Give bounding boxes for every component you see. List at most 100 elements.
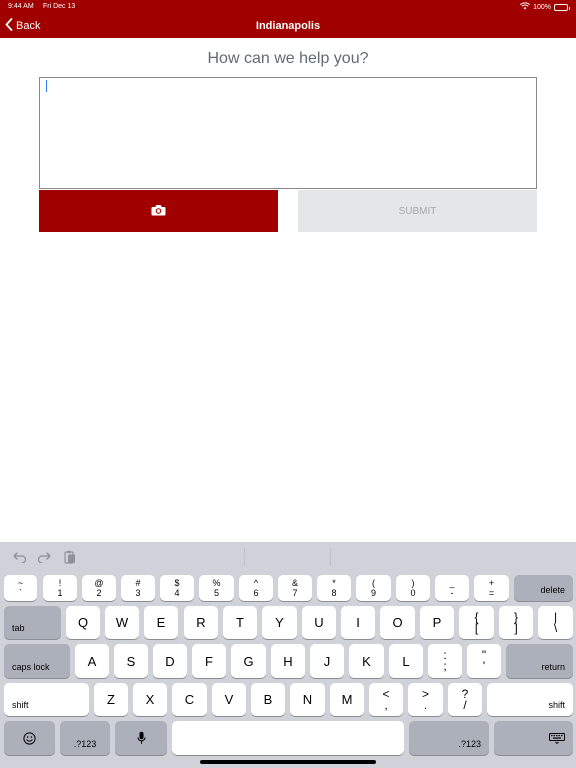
key-period[interactable]: >. [408, 683, 443, 716]
key-bottom-label: 7 [292, 588, 298, 598]
battery-percent: 100% [533, 3, 551, 11]
key-bottom-label: 3 [135, 588, 141, 598]
emoji-key[interactable] [4, 721, 55, 755]
undo-icon[interactable] [11, 548, 29, 566]
key-h[interactable]: H [271, 644, 305, 678]
key-top-label: % [212, 578, 221, 588]
key-comma[interactable]: <, [369, 683, 403, 716]
key-o[interactable]: O [380, 606, 415, 639]
return-key[interactable]: return [506, 644, 573, 678]
redo-icon[interactable] [35, 548, 53, 566]
status-right: 100% [520, 2, 570, 12]
key-z[interactable]: Z [94, 683, 128, 716]
key-top-label: $ [174, 578, 180, 588]
camera-button[interactable] [39, 190, 278, 232]
key-v[interactable]: V [212, 683, 246, 716]
key-y[interactable]: Y [262, 606, 297, 639]
caps-lock-key[interactable]: caps lock [4, 644, 70, 678]
delete-label: delete [540, 585, 565, 595]
key-bottom-label: = [488, 588, 495, 598]
key-top-label: + [488, 578, 495, 588]
key-bracket-left[interactable]: {[ [459, 606, 494, 639]
key-bottom-label: [ [474, 620, 479, 635]
key-g[interactable]: G [231, 644, 266, 678]
key-w[interactable]: W [105, 606, 139, 639]
key-bottom-label: 6 [253, 588, 259, 598]
key-d[interactable]: D [153, 644, 187, 678]
key-m[interactable]: M [330, 683, 364, 716]
key-x[interactable]: X [133, 683, 167, 716]
key-top-label: ( [372, 578, 375, 588]
key-bottom-label: 4 [174, 588, 180, 598]
key-e[interactable]: E [144, 606, 178, 639]
dismiss-keyboard-key[interactable] [494, 721, 573, 755]
shift-key-right[interactable]: shift [487, 683, 573, 716]
key-1[interactable]: ! 1 [43, 575, 77, 601]
key-q[interactable]: Q [66, 606, 100, 639]
key-2[interactable]: @2 [82, 575, 116, 601]
key-8[interactable]: * 8 [317, 575, 351, 601]
key-9[interactable]: (9 [356, 575, 391, 601]
page-background [0, 242, 576, 542]
shift-label: shift [12, 700, 29, 710]
key-u[interactable]: U [302, 606, 336, 639]
key-equals[interactable]: + = [474, 575, 509, 601]
key-quote[interactable]: " ' [467, 644, 501, 678]
key-top-label: ! [58, 578, 62, 588]
key-semicolon[interactable]: :; [428, 644, 462, 678]
key-bottom-label: ] [514, 620, 518, 635]
key-top-label: ~ [17, 578, 24, 588]
key-3[interactable]: #3 [121, 575, 155, 601]
key-minus[interactable]: _ - [435, 575, 469, 601]
key-5[interactable]: % 5 [199, 575, 234, 601]
key-l[interactable]: L [389, 644, 423, 678]
key-t[interactable]: T [223, 606, 257, 639]
key-s[interactable]: S [114, 644, 148, 678]
key-4[interactable]: $4 [160, 575, 194, 601]
key-i[interactable]: I [341, 606, 375, 639]
key-n[interactable]: N [290, 683, 325, 716]
nav-bar: Back Indianapolis [0, 14, 576, 38]
numbers-toggle-key[interactable]: .?123 [60, 721, 110, 755]
key-j[interactable]: J [310, 644, 344, 678]
numbers-toggle-label: .?123 [73, 739, 97, 749]
key-top-label: # [135, 578, 141, 588]
message-input[interactable] [39, 77, 537, 189]
key-bottom-label: ; [443, 659, 447, 673]
return-label: return [541, 662, 565, 672]
home-indicator[interactable] [200, 760, 376, 764]
shift-key-left[interactable]: shift [4, 683, 89, 716]
emoji-icon [4, 721, 55, 755]
key-7[interactable]: & 7 [278, 575, 312, 601]
paste-icon[interactable] [61, 548, 79, 566]
key-a[interactable]: A [75, 644, 109, 678]
space-bar[interactable] [172, 721, 404, 755]
key-bottom-label: . [423, 697, 428, 712]
key-tilde[interactable]: ~ ` [4, 575, 37, 601]
key-bracket-right[interactable]: }] [499, 606, 533, 639]
key-k[interactable]: K [349, 644, 384, 678]
camera-icon [151, 204, 166, 219]
key-bottom-label: 8 [331, 588, 337, 598]
key-0[interactable]: ) 0 [396, 575, 430, 601]
status-date: Fri Dec 13 [43, 3, 76, 10]
key-c[interactable]: C [172, 683, 207, 716]
key-bottom-label: , [384, 697, 388, 712]
key-bottom-label: ` [19, 588, 22, 598]
wifi-icon [520, 2, 531, 12]
key-p[interactable]: P [420, 606, 454, 639]
key-bottom-label: \ [553, 620, 558, 635]
key-b[interactable]: B [251, 683, 285, 716]
shift-label: shift [548, 700, 565, 710]
key-f[interactable]: F [192, 644, 226, 678]
dictation-key[interactable] [115, 721, 167, 755]
submit-button[interactable]: SUBMIT [298, 190, 537, 232]
key-bottom-label: 0 [410, 588, 416, 598]
key-r[interactable]: R [184, 606, 218, 639]
numbers-toggle-key-right[interactable]: .?123 [409, 721, 489, 755]
key-backslash[interactable]: | \ [538, 606, 573, 639]
delete-key[interactable]: delete [514, 575, 573, 601]
tab-key[interactable]: tab [4, 606, 61, 639]
key-6[interactable]: ^ 6 [239, 575, 273, 601]
key-slash[interactable]: ? / [448, 683, 482, 716]
